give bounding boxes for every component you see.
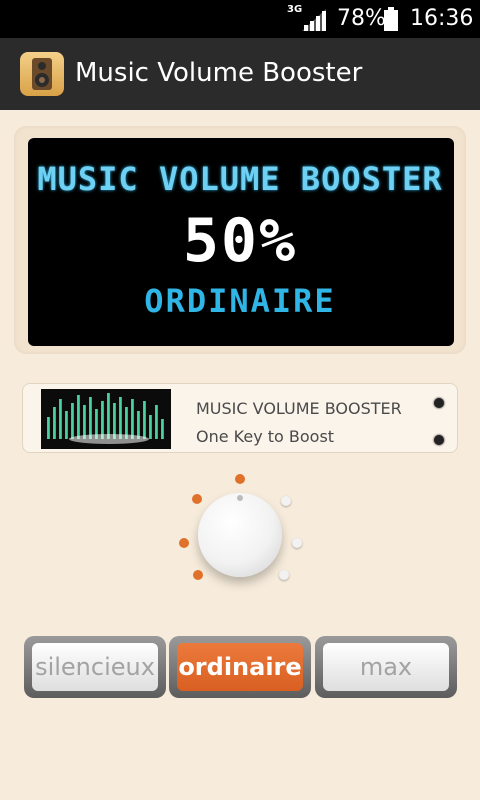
lcd-title: MUSIC VOLUME BOOSTER xyxy=(37,160,443,198)
clock: 16:36 xyxy=(410,6,474,31)
app-title: Music Volume Booster xyxy=(75,58,363,88)
knob-indicator xyxy=(237,495,243,501)
card-subtitle: One Key to Boost xyxy=(196,427,335,446)
status-bar: 3G 78% 16:36 xyxy=(0,0,480,38)
signal-icon xyxy=(302,9,326,31)
screw-dot-icon xyxy=(434,398,444,408)
level-tick xyxy=(192,494,202,504)
level-tick xyxy=(281,496,291,506)
bottom-area xyxy=(0,710,480,800)
level-tick xyxy=(292,538,302,548)
max-button[interactable]: max xyxy=(323,643,449,691)
equalizer-image xyxy=(41,389,171,449)
card-title: MUSIC VOLUME BOOSTER xyxy=(196,399,402,418)
level-tick xyxy=(235,474,245,484)
speaker-icon xyxy=(20,52,64,96)
action-bar: Music Volume Booster xyxy=(0,38,480,110)
level-tick xyxy=(179,538,189,548)
battery-icon xyxy=(384,7,398,31)
volume-knob[interactable] xyxy=(198,493,282,577)
level-tick xyxy=(193,570,203,580)
battery-percent: 78% xyxy=(337,6,386,31)
network-type: 3G xyxy=(287,4,303,15)
mode-label: ORDINAIRE xyxy=(144,282,336,320)
volume-percent: 50% xyxy=(182,206,298,276)
screw-dot-icon xyxy=(434,435,444,445)
normal-button[interactable]: ordinaire xyxy=(177,643,303,691)
level-tick xyxy=(279,570,289,580)
silent-button[interactable]: silencieux xyxy=(32,643,158,691)
